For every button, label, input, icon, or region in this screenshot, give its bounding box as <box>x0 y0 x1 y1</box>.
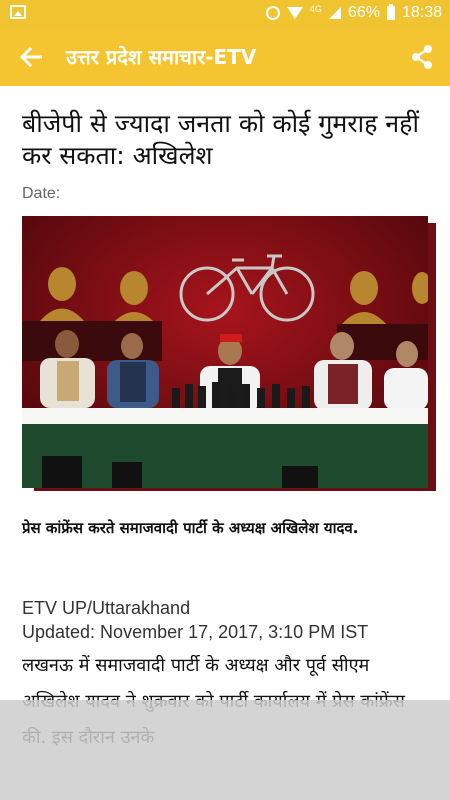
page-title: उत्तर प्रदेश समाचार-ETV <box>66 45 257 69</box>
clock: 18:38 <box>401 4 442 21</box>
image-notification-icon <box>10 5 26 19</box>
arrow-left-icon <box>19 46 42 68</box>
article-updated: Updated: November 17, 2017, 3:10 PM IST <box>22 622 369 642</box>
article-photo <box>22 216 428 488</box>
alarm-icon <box>265 6 280 20</box>
battery-icon <box>386 4 395 20</box>
photo-caption: प्रेस कांफ्रेंस करते समाजवादी पार्टी के … <box>22 519 359 537</box>
press-conference-image <box>22 216 428 488</box>
battery-percent: 66% <box>347 4 380 21</box>
article-date: Date: <box>22 185 61 202</box>
bottom-overlay <box>0 700 450 800</box>
article-source: ETV UP/Uttarakhand <box>22 598 191 618</box>
share-icon <box>412 45 432 69</box>
signal-icon <box>328 7 341 19</box>
share-button[interactable] <box>410 44 434 70</box>
wifi-icon <box>286 7 303 19</box>
back-button[interactable] <box>18 44 46 70</box>
article-headline: बीजेपी से ज्यादा जनता को कोई गुमराह नहीं… <box>22 109 419 170</box>
app-bar: उत्तर प्रदेश समाचार-ETV <box>0 28 450 86</box>
status-bar: 4G 66% 18:38 <box>0 0 450 493</box>
network-type: 4G <box>309 4 322 14</box>
